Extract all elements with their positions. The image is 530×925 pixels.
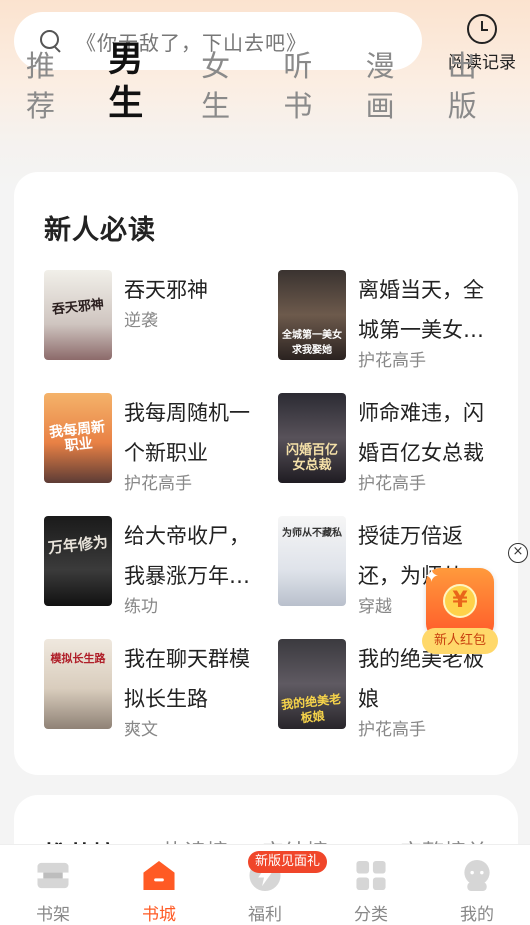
tab-publishing[interactable]: 出版 (448, 46, 503, 126)
category-grid-icon (356, 860, 386, 891)
book-title: 我在聊天群模拟长生路 (124, 647, 250, 711)
category-tabs: 推荐 男生 女生 听书 漫画 出版 (26, 40, 530, 126)
book-cover: 吞天邪神 (44, 270, 112, 360)
book-category: 护花高手 (358, 720, 426, 740)
book-item[interactable]: 万年修为 给大帝收尸，我暴涨万年… 练功 (44, 516, 274, 617)
book-category: 穿越 (358, 597, 392, 617)
nav-label: 福利 (248, 905, 282, 925)
red-packet-label: 新人红包 (422, 628, 498, 654)
book-cover: 全城第一美女求我娶她 (278, 270, 346, 360)
new-reader-card: 新人必读 吞天邪神 吞天邪神 逆袭 全城第一美女求我娶她 离婚当天，全城第一美女… (14, 172, 518, 775)
book-title: 离婚当天，全城第一美女… (358, 278, 484, 342)
book-item[interactable]: 我每周新职业 我每周随机一个新职业 护花高手 (44, 393, 274, 494)
book-item[interactable]: 全城第一美女求我娶她 离婚当天，全城第一美女… 护花高手 (278, 270, 508, 371)
book-item[interactable]: 闪婚百亿女总裁 师命难违，闪婚百亿女总裁 护花高手 (278, 393, 508, 494)
bookshelf-icon (37, 862, 69, 889)
book-title: 给大帝收尸，我暴涨万年… (124, 524, 250, 588)
profile-icon (464, 859, 490, 892)
tab-audiobooks[interactable]: 听书 (283, 46, 338, 126)
clock-icon (467, 14, 497, 44)
new-version-badge: 新版见面礼 (248, 851, 328, 873)
nav-benefits[interactable]: 福利 新版见面礼 (212, 845, 328, 925)
nav-profile[interactable]: 我的 (424, 845, 530, 925)
book-category: 护花高手 (358, 474, 426, 494)
book-cover: 我每周新职业 (44, 393, 112, 483)
nav-bookshelf[interactable]: 书架 (0, 845, 106, 925)
tab-recommend[interactable]: 推荐 (26, 46, 81, 126)
book-title: 我每周随机一个新职业 (124, 401, 250, 465)
nav-category[interactable]: 分类 (318, 845, 424, 925)
book-cover: 闪婚百亿女总裁 (278, 393, 346, 483)
nav-label: 分类 (354, 905, 388, 925)
nav-label: 书城 (142, 905, 176, 925)
book-category: 爽文 (124, 720, 158, 740)
book-cover: 万年修为 (44, 516, 112, 606)
nav-label: 我的 (460, 905, 494, 925)
book-category: 练功 (124, 597, 158, 617)
nav-label: 书架 (36, 905, 70, 925)
coin-icon: ¥ (443, 584, 477, 618)
bookstore-icon (143, 860, 175, 891)
nav-bookstore[interactable]: 书城 (106, 845, 212, 925)
book-cover: 模拟长生路 (44, 639, 112, 729)
book-title: 师命难违，闪婚百亿女总裁 (358, 401, 484, 465)
book-item[interactable]: 吞天邪神 吞天邪神 逆袭 (44, 270, 274, 362)
tab-female[interactable]: 女生 (201, 46, 256, 126)
new-user-red-packet[interactable]: ✦ ¥ 新人红包 (422, 566, 498, 654)
book-item[interactable]: 模拟长生路 我在聊天群模拟长生路 爽文 (44, 639, 274, 740)
book-title: 吞天邪神 (124, 278, 208, 302)
book-cover: 为师从不藏私 (278, 516, 346, 606)
tab-male[interactable]: 男生 (108, 38, 174, 126)
section-title: 新人必读 (44, 215, 156, 246)
book-category: 护花高手 (124, 474, 192, 494)
book-cover: 我的绝美老板娘 (278, 639, 346, 729)
bottom-nav: 书架 书城 福利 新版见面礼 分类 我的 (0, 844, 530, 925)
sparkle-icon: ✦ (424, 566, 440, 587)
tab-comics[interactable]: 漫画 (366, 46, 421, 126)
close-icon[interactable]: × (508, 543, 528, 563)
book-category: 护花高手 (358, 351, 426, 371)
book-category: 逆袭 (124, 311, 158, 331)
